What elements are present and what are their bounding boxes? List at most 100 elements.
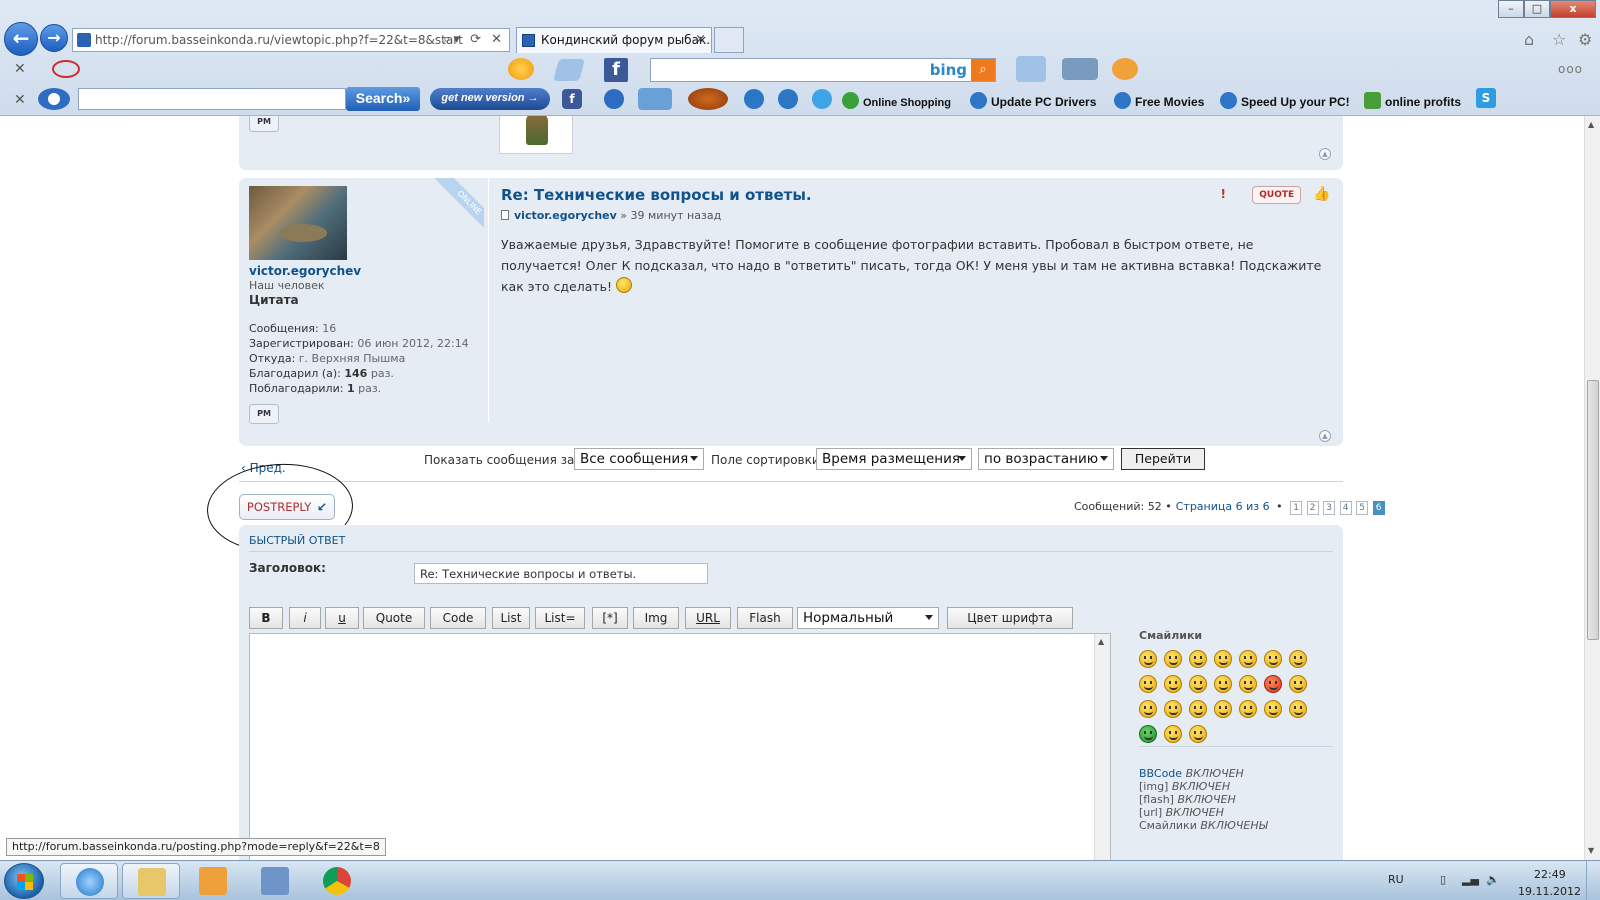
volume-icon[interactable]: 🔈 bbox=[1486, 873, 1500, 887]
smiley-icon[interactable] bbox=[1164, 700, 1182, 718]
smiley-icon[interactable] bbox=[1289, 650, 1307, 668]
smiley-icon[interactable] bbox=[1139, 725, 1157, 743]
page-link-5[interactable]: 5 bbox=[1356, 501, 1369, 515]
smiley-icon[interactable] bbox=[1239, 700, 1257, 718]
facebook-icon[interactable]: f bbox=[562, 89, 582, 109]
font-size-select[interactable]: Нормальный bbox=[797, 607, 939, 629]
tab-close-icon[interactable]: × bbox=[695, 32, 706, 47]
window-close-button[interactable]: x bbox=[1550, 0, 1596, 18]
smiley-icon[interactable] bbox=[1239, 675, 1257, 693]
img-button[interactable]: Img bbox=[633, 607, 679, 629]
scroll-up-icon[interactable]: ▲ bbox=[1098, 637, 1104, 646]
toolbar-close-icon[interactable]: ✕ bbox=[14, 61, 26, 77]
smiley-icon[interactable] bbox=[1214, 700, 1232, 718]
start-button[interactable] bbox=[4, 863, 44, 899]
twitter-icon[interactable] bbox=[812, 89, 832, 109]
smiley-icon[interactable] bbox=[1139, 675, 1157, 693]
gear-icon[interactable]: ⚙ bbox=[1578, 30, 1592, 49]
thanks-icon[interactable]: 👍 bbox=[1313, 186, 1331, 204]
battery-icon[interactable]: ▯ bbox=[1440, 873, 1454, 887]
video-icon[interactable] bbox=[1062, 58, 1098, 80]
refresh-icon[interactable] bbox=[778, 89, 798, 109]
address-tools-icons[interactable]: ⌕▾ ⟳ ✕ bbox=[443, 32, 505, 47]
toolbar-close-icon[interactable]: ✕ bbox=[14, 92, 26, 108]
smiley-icon[interactable] bbox=[1139, 700, 1157, 718]
smiley-icon[interactable] bbox=[1189, 675, 1207, 693]
network-signal-icon[interactable]: ▂▄ bbox=[1462, 873, 1479, 887]
post-author-link[interactable]: victor.egorychev bbox=[514, 209, 617, 222]
url-button[interactable]: URL bbox=[685, 607, 731, 629]
smiley-icon[interactable] bbox=[1164, 675, 1182, 693]
profile-username[interactable]: victor.egorychev bbox=[249, 264, 361, 278]
mail-icon[interactable] bbox=[553, 59, 585, 81]
bold-button[interactable]: B bbox=[249, 607, 283, 629]
prev-page-link[interactable]: ‹ Пред. bbox=[241, 461, 286, 475]
flash-button[interactable]: Flash bbox=[737, 607, 793, 629]
smiley-icon[interactable] bbox=[1189, 725, 1207, 743]
pm-button[interactable]: PM bbox=[249, 404, 279, 424]
subject-input[interactable]: Re: Технические вопросы и ответы. bbox=[414, 563, 708, 584]
scroll-down-icon[interactable]: ▼ bbox=[1588, 846, 1594, 855]
quote-bbcode-button[interactable]: Quote bbox=[363, 607, 425, 629]
new-tab-button[interactable] bbox=[714, 27, 744, 53]
smiley-icon[interactable] bbox=[1164, 725, 1182, 743]
address-bar[interactable]: http://forum.basseinkonda.ru/viewtopic.p… bbox=[72, 28, 510, 52]
font-color-button[interactable]: Цвет шрифта bbox=[947, 607, 1073, 629]
bbcode-link[interactable]: BBCode bbox=[1139, 767, 1182, 780]
show-posts-select[interactable]: Все сообщения bbox=[574, 448, 704, 470]
taskbar-explorer[interactable] bbox=[122, 863, 180, 899]
report-icon[interactable]: ! bbox=[1220, 187, 1236, 203]
tab-active[interactable]: Кондинский форум рыбак... × bbox=[516, 27, 712, 53]
page-link-2[interactable]: 2 bbox=[1306, 501, 1319, 515]
smiley-icon[interactable] bbox=[1214, 650, 1232, 668]
favorites-star-icon[interactable]: ☆ bbox=[1552, 30, 1566, 49]
smiley-icon[interactable] bbox=[1189, 700, 1207, 718]
smiley-icon[interactable] bbox=[1289, 700, 1307, 718]
window-maximize-button[interactable]: □ bbox=[1524, 0, 1550, 18]
toolbar-search-button[interactable]: Search» bbox=[346, 87, 420, 111]
back-button[interactable]: ← bbox=[4, 22, 38, 56]
more-menu-icon[interactable]: ooo bbox=[1558, 62, 1583, 76]
message-textarea[interactable]: ▲ bbox=[249, 633, 1111, 860]
forward-button[interactable]: → bbox=[40, 24, 68, 52]
toolbar-link-online-shopping[interactable]: Online Shopping bbox=[842, 92, 951, 109]
underline-button[interactable]: u bbox=[325, 607, 359, 629]
get-new-version-button[interactable]: get new version → bbox=[430, 88, 550, 110]
go-button[interactable]: Перейти bbox=[1121, 448, 1205, 470]
code-button[interactable]: Code bbox=[430, 607, 486, 629]
toolbar-link-update-drivers[interactable]: Update PC Drivers bbox=[970, 92, 1096, 109]
games-icon[interactable] bbox=[1112, 58, 1138, 80]
italic-button[interactable]: i bbox=[289, 607, 321, 629]
list-ordered-button[interactable]: List= bbox=[535, 607, 585, 629]
sort-order-select[interactable]: по возрастанию bbox=[978, 448, 1114, 470]
taskbar-media-player[interactable] bbox=[184, 863, 242, 899]
facebook-icon[interactable]: f bbox=[604, 58, 628, 82]
show-desktop-button[interactable] bbox=[1586, 861, 1600, 900]
back-to-top-icon[interactable]: ▲ bbox=[1319, 430, 1331, 442]
textarea-scrollbar[interactable]: ▲ bbox=[1094, 634, 1110, 860]
bing-search-box[interactable]: bing ⌕ bbox=[650, 58, 996, 82]
weather-sun-icon[interactable] bbox=[508, 58, 534, 80]
avatar[interactable] bbox=[249, 186, 347, 260]
page-indicator[interactable]: Страница 6 из 6 bbox=[1176, 500, 1270, 513]
toolbar-link-online-profits[interactable]: online profits bbox=[1364, 92, 1461, 109]
page-link-4[interactable]: 4 bbox=[1339, 501, 1352, 515]
scroll-up-icon[interactable]: ▲ bbox=[1588, 120, 1594, 129]
page-scrollbar[interactable]: ▲ ▼ bbox=[1584, 116, 1600, 860]
page-link-3[interactable]: 3 bbox=[1323, 501, 1336, 515]
post-reply-button[interactable]: POSTREPLY ↙ bbox=[239, 494, 335, 520]
clock-time[interactable]: 22:49 bbox=[1534, 868, 1566, 881]
thumbs-up-icon[interactable] bbox=[1016, 56, 1046, 82]
language-indicator[interactable]: RU bbox=[1388, 873, 1404, 886]
lock-icon[interactable] bbox=[604, 89, 624, 109]
bing-search-icon[interactable]: ⌕ bbox=[971, 59, 995, 81]
smiley-icon[interactable] bbox=[1264, 700, 1282, 718]
taskbar-chrome[interactable] bbox=[308, 863, 366, 899]
radio-icon[interactable] bbox=[744, 89, 764, 109]
home-icon[interactable]: ⌂ bbox=[1524, 30, 1534, 49]
smiley-icon[interactable] bbox=[1289, 675, 1307, 693]
page-link-1[interactable]: 1 bbox=[1290, 501, 1303, 515]
smiley-icon[interactable] bbox=[1264, 675, 1282, 693]
post-title[interactable]: Re: Технические вопросы и ответы. bbox=[501, 186, 812, 204]
smiley-icon[interactable] bbox=[1239, 650, 1257, 668]
